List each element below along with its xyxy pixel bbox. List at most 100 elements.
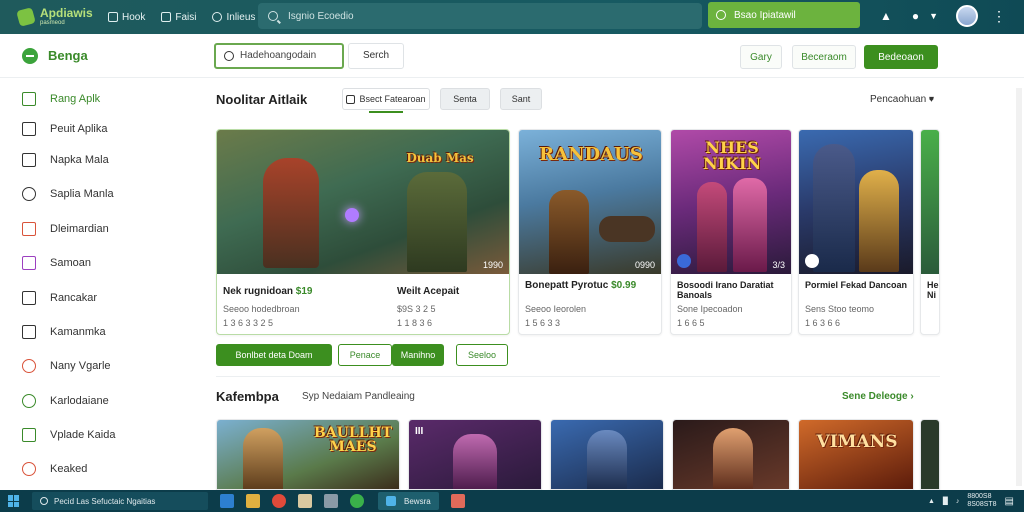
- hero-figure: [549, 190, 589, 274]
- action-button-1[interactable]: Bonlbet deta Doam: [216, 344, 332, 366]
- game-card[interactable]: RANDAUS 0990 Bonepatt Pyrotuc $0.99 Seeo…: [518, 129, 662, 335]
- sidebar-item-karlodaiane[interactable]: Karlodaiane: [22, 394, 109, 408]
- global-search-input[interactable]: Isgnio Ecoedio: [258, 3, 702, 29]
- game-meta: Sens Stoo teomo: [805, 304, 875, 314]
- topnav-item-info[interactable]: Inlieus: [212, 12, 255, 23]
- taskview-icon[interactable]: [220, 494, 234, 508]
- main-content: Noolitar Aitlaik Bsect Fatearoan Senta S…: [200, 78, 1024, 490]
- search-value: Hadehoangodain: [240, 50, 317, 61]
- sidebar-item-keaked[interactable]: Keaked: [22, 462, 87, 476]
- sidebar-item-napka-mala[interactable]: Napka Mala: [22, 153, 109, 167]
- category-art: BAULLHT MAES: [217, 420, 399, 489]
- scrollbar[interactable]: [1016, 88, 1022, 486]
- sidebar-item-vplade-kaida[interactable]: Vplade Kaida: [22, 428, 115, 442]
- sidebar-item-label: Vplade Kaida: [50, 429, 116, 441]
- volume-icon[interactable]: ♪: [956, 498, 960, 505]
- windows-start-icon[interactable]: [8, 495, 20, 507]
- chip-label: Bsect Fatearoan: [359, 94, 426, 104]
- brand[interactable]: Benga: [22, 47, 214, 64]
- game-meta2: 1 5 6 3 3: [525, 318, 561, 328]
- hero-figure: [733, 178, 767, 272]
- sidebar-item-rang-aplk[interactable]: Rang Aplk: [22, 92, 100, 106]
- game-card[interactable]: NHES NIKIN 3/3 Bosoodi Irano Daratiat Ba…: [670, 129, 792, 335]
- top-right-controls: ▲ ● ▼ ⋮: [860, 5, 1006, 27]
- featured-art-title: Duab Mas: [406, 151, 474, 165]
- badge-icon: [805, 254, 819, 268]
- sidebar-item-label: Karlodaiane: [50, 395, 109, 407]
- sidebar-item-saplia-manla[interactable]: Saplia Manla: [22, 187, 114, 201]
- sidebar-item-label: Keaked: [50, 463, 88, 475]
- clock[interactable]: 8800S8 8S08ST8: [967, 493, 996, 509]
- category-art: [673, 420, 789, 489]
- gary-button[interactable]: Gary: [740, 45, 782, 69]
- category-art: [551, 420, 663, 489]
- chat-icon[interactable]: ●: [912, 9, 919, 23]
- store-icon: [22, 122, 36, 136]
- info-icon: [212, 12, 223, 22]
- browser-icon[interactable]: [272, 494, 286, 508]
- search-button[interactable]: Serch: [348, 42, 404, 69]
- taskbar-app-active[interactable]: Bewsra: [378, 492, 439, 510]
- bedeoaon-button[interactable]: Bedeoaon: [864, 45, 938, 69]
- chip-filter-1[interactable]: Bsect Fatearoan: [342, 88, 430, 113]
- game-card[interactable]: He Ni: [920, 129, 940, 335]
- category-card[interactable]: VIMANS: [798, 419, 914, 490]
- topnav-item-home[interactable]: Hook: [108, 12, 145, 23]
- category-card[interactable]: [550, 419, 664, 490]
- see-more-link[interactable]: Sene Deleoge ›: [842, 391, 914, 402]
- category-card[interactable]: III: [408, 419, 542, 490]
- sidebar-item-nany-vgarle[interactable]: Nany Vgarle: [22, 359, 111, 373]
- game-card-name: Pormiel Fekad Dancoan: [805, 280, 908, 290]
- sidebar-item-kamanmka[interactable]: Kamanmka: [22, 325, 106, 339]
- game-card-name: Bonepatt Pyrotuc $0.99: [525, 280, 657, 291]
- chevron-down-icon[interactable]: ▼: [929, 11, 938, 21]
- sidebar: Rang Aplk Peuit Aplika Napka Mala Saplia…: [0, 78, 200, 490]
- calculator-icon[interactable]: [324, 494, 338, 508]
- search-input[interactable]: Hadehoangodain: [214, 42, 344, 69]
- action-button-3[interactable]: Manihno: [392, 344, 444, 366]
- chevron-up-icon[interactable]: ▲: [928, 498, 935, 505]
- action-button-4[interactable]: Seeloo: [456, 344, 508, 366]
- category-title: Kafembpa: [216, 389, 279, 404]
- hero-figure: [263, 158, 319, 268]
- more-icon[interactable]: ⋮: [992, 8, 1006, 25]
- featured-card[interactable]: Duab Mas 1990 Nek rugnidoan $19 Seeoo ho…: [216, 129, 510, 335]
- chevron-down-icon[interactable]: ⌄: [927, 91, 936, 104]
- category-card[interactable]: BAULLHT MAES: [216, 419, 400, 490]
- network-icon[interactable]: █: [943, 498, 948, 505]
- search-icon: [716, 10, 726, 20]
- sort-dropdown[interactable]: Pencaohuan ▾: [870, 94, 934, 105]
- grid-icon: [22, 153, 36, 167]
- featured-art: Duab Mas 1990: [217, 130, 509, 274]
- game-card[interactable]: Pormiel Fekad Dancoan Sens Stoo teomo 1 …: [798, 129, 914, 335]
- sidebar-item-peuit-aplika[interactable]: Peuit Aplika: [22, 122, 107, 136]
- game-art: RANDAUS 0990: [519, 130, 661, 274]
- avatar[interactable]: [956, 5, 978, 27]
- green-search-button[interactable]: Bsao Ipiatawil: [708, 2, 860, 28]
- game-art: [921, 130, 939, 274]
- game-meta2: 1 6 6 5: [677, 318, 705, 328]
- app-icon[interactable]: [350, 494, 364, 508]
- sidebar-item-rancakar[interactable]: Rancakar: [22, 291, 97, 305]
- topnav-item-grid[interactable]: Faisi: [161, 12, 196, 23]
- beceraom-button[interactable]: Beceraom: [792, 45, 856, 69]
- chip-filter-2[interactable]: Senta: [440, 88, 490, 110]
- store-icon[interactable]: [298, 494, 312, 508]
- folder-icon[interactable]: [246, 494, 260, 508]
- category-card[interactable]: [672, 419, 790, 490]
- app-icon: [386, 496, 396, 506]
- hero-figure: [243, 428, 283, 489]
- game-icon[interactable]: [450, 494, 465, 508]
- game-art-title: NHES NIKIN: [702, 138, 762, 173]
- notification-icon[interactable]: ▲: [880, 9, 892, 23]
- featured-right-name: Weilt Acepait: [397, 286, 460, 297]
- category-card[interactable]: [920, 419, 940, 490]
- chip-filter-3[interactable]: Sant: [500, 88, 542, 110]
- sidebar-item-dleimardian[interactable]: Dleimardian: [22, 222, 109, 236]
- sidebar-item-samoan[interactable]: Samoan: [22, 256, 91, 270]
- taskbar-search[interactable]: Pecid Las Sefuctaic Ngaitias: [32, 492, 208, 510]
- category-art-title: III: [415, 426, 424, 437]
- app-logo[interactable]: Apdiawis pasmeod: [16, 7, 108, 27]
- action-button-2[interactable]: Penace: [338, 344, 392, 366]
- notifications-icon[interactable]: ▤: [1005, 496, 1014, 507]
